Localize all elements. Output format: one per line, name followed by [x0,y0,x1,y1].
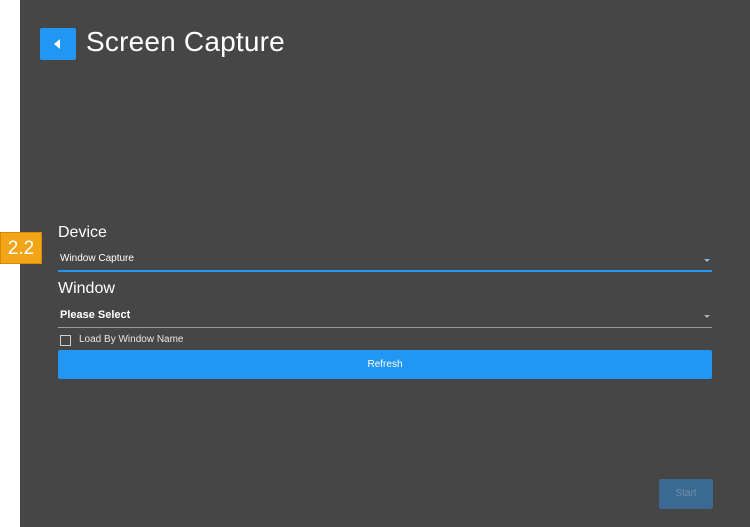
chevron-down-icon [704,315,710,318]
device-select-underline [58,270,712,272]
window-label: Window [58,280,115,297]
back-button[interactable] [40,28,76,60]
device-label: Device [58,224,107,241]
load-by-window-name-checkbox[interactable] [60,335,71,346]
chevron-down-icon [704,259,710,262]
step-callout-badge: 2.2 [0,232,42,264]
page-title: Screen Capture [86,26,285,57]
window-select[interactable]: Please Select [58,306,712,328]
start-button[interactable]: Start [659,479,713,509]
window-select-value: Please Select [60,309,131,321]
load-by-window-name-label: Load By Window Name [79,334,184,345]
device-select-value: Window Capture [60,253,134,264]
chevron-left-icon [54,39,60,49]
window-select-underline [58,327,712,328]
device-select[interactable]: Window Capture [58,250,712,272]
refresh-button[interactable]: Refresh [58,350,712,379]
screen-capture-panel: Screen Capture Device Window Capture Win… [20,0,750,527]
